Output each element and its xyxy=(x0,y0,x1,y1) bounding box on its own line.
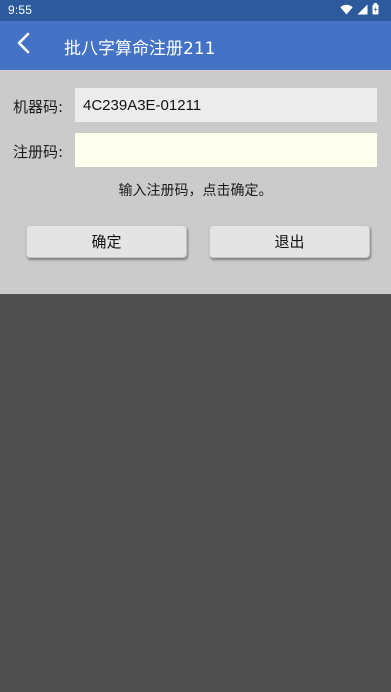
app-bar: 批八字算命注册211 xyxy=(0,21,391,70)
battery-icon xyxy=(372,3,379,18)
status-icons xyxy=(340,3,379,18)
registration-code-input[interactable] xyxy=(75,133,377,167)
cell-signal-icon xyxy=(357,4,368,18)
wifi-icon xyxy=(340,4,353,18)
chevron-left-icon xyxy=(16,32,32,58)
dimmed-background xyxy=(0,294,391,692)
registration-panel: 机器码: 注册码: 输入注册码，点击确定。 确定 退出 xyxy=(0,70,391,294)
page-title: 批八字算命注册211 xyxy=(64,39,216,59)
back-button[interactable] xyxy=(8,29,40,61)
registration-code-label: 注册码: xyxy=(13,143,64,161)
machine-code-label: 机器码: xyxy=(13,98,64,116)
status-bar: 9:55 xyxy=(0,0,391,21)
status-time: 9:55 xyxy=(8,3,33,17)
confirm-button[interactable]: 确定 xyxy=(26,225,187,258)
machine-code-field[interactable] xyxy=(75,88,377,122)
instruction-text: 输入注册码，点击确定。 xyxy=(118,183,273,199)
exit-button[interactable]: 退出 xyxy=(209,225,370,258)
